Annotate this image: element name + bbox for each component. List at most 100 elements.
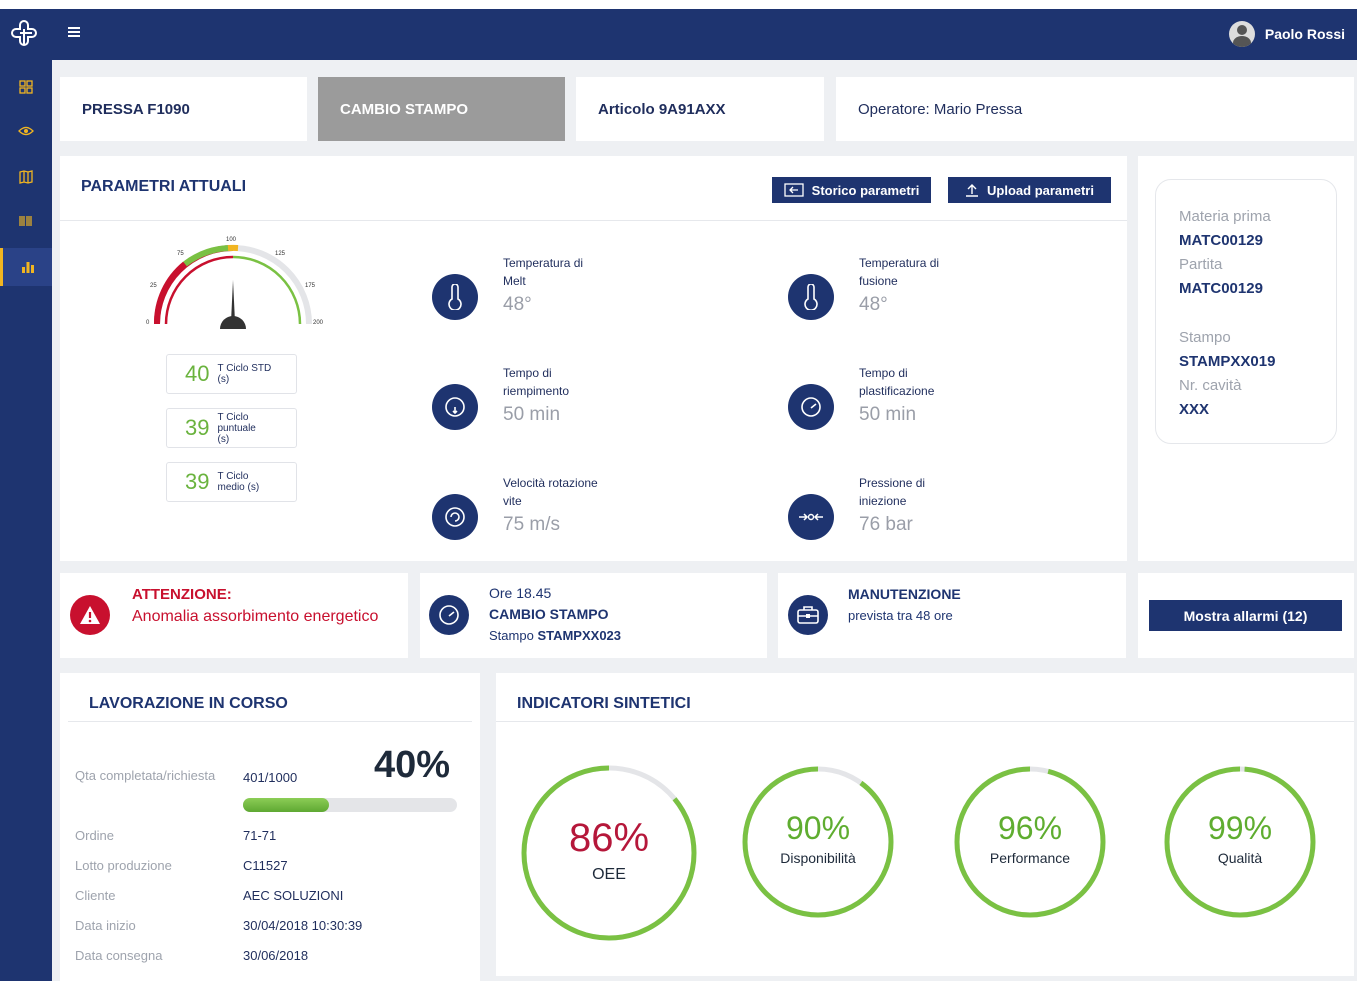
gauge-icon <box>432 384 478 430</box>
row-value: C11527 <box>243 858 288 873</box>
cycle-std-box: 40 T Ciclo STD (s) <box>166 354 297 394</box>
param-value: 50 min <box>859 404 917 425</box>
dashboard-icon <box>19 80 33 94</box>
performance-label: Performance <box>989 850 1071 866</box>
tab-machine[interactable]: PRESSA F1090 <box>60 77 307 141</box>
change-time: Ore 18.45 <box>489 585 552 601</box>
performance-value: 96% <box>997 810 1063 846</box>
work-card: LAVORAZIONE IN CORSO <box>60 673 480 981</box>
top-bar: Paolo Rossi <box>0 0 1357 60</box>
change-title: CAMBIO STAMPO <box>489 606 609 622</box>
param-value: 50 min <box>503 404 561 425</box>
upload-icon <box>966 184 979 197</box>
param-value: 48° <box>503 294 532 315</box>
oee-label: OEE <box>592 866 626 883</box>
gauge-tick: 200 <box>313 320 324 326</box>
material-value: MATC00129 <box>1179 232 1263 249</box>
gauge-tick: 25 <box>150 283 157 289</box>
user-menu[interactable]: Paolo Rossi <box>1228 21 1345 47</box>
logo <box>11 20 37 46</box>
row-value: 30/04/2018 10:30:39 <box>243 918 363 933</box>
cavity-value: XXX <box>1179 401 1210 418</box>
gauge-icon <box>788 384 834 430</box>
toolbox-icon <box>788 595 828 635</box>
cycle-gauge: 0 25 75 100 125 175 200 <box>146 237 324 329</box>
change-mold-line: Stampo STAMPXX023 <box>489 628 621 643</box>
nav-band <box>0 9 1357 60</box>
param-label: Temperatura di Melt <box>503 256 584 288</box>
cycle-punctual-box: 39 T Ciclo puntuale (s) <box>166 408 297 448</box>
param-value: 76 bar <box>859 514 913 535</box>
progress-bar <box>243 798 457 812</box>
tab-label: Operatore: Mario Pressa <box>858 100 1023 118</box>
cycle-avg-box: 39 T Ciclo medio (s) <box>166 462 297 502</box>
row-value: 71-71 <box>243 828 277 843</box>
change-mold-code: STAMPXX023 <box>537 628 622 643</box>
param-label: Temperatura di fusione <box>859 256 940 288</box>
parameters-title: PARAMETRI ATTUALI <box>81 178 247 195</box>
param-fill-time: Tempo di riempimento 50 min <box>432 364 692 444</box>
row-label: Data inizio <box>75 918 136 933</box>
oee-value: 86% <box>568 816 650 860</box>
row-label: Data consegna <box>75 948 163 963</box>
quality-value: 99% <box>1207 810 1273 846</box>
divider <box>60 220 1127 221</box>
history-button-label: Storico parametri <box>811 182 920 198</box>
param-label: Velocità rotazione vite <box>503 476 598 508</box>
cycle-std-value: 40 <box>185 361 210 386</box>
row-label: Cliente <box>75 888 116 903</box>
maintenance-text: prevista tra 48 ore <box>848 608 953 623</box>
batch-value: MATC00129 <box>1179 280 1263 297</box>
mold-value: STAMPXX019 <box>1179 353 1276 370</box>
param-screw-speed: Velocità rotazione vite 75 m/s <box>432 474 692 554</box>
history-icon <box>784 183 804 197</box>
sidebar-item-dashboard[interactable] <box>0 68 52 106</box>
cavity-label: Nr. cavità <box>1179 377 1242 394</box>
history-button[interactable]: Storico parametri <box>772 177 931 203</box>
warning-card: ATTENZIONE: Anomalia assorbimento energe… <box>60 573 408 658</box>
maintenance-card: MANUTENZIONE prevista tra 48 ore <box>778 573 1126 658</box>
thermometer-icon <box>432 274 478 320</box>
gauge-tick: 75 <box>177 251 184 257</box>
row-value: 30/06/2018 <box>243 948 309 963</box>
warning-icon <box>70 595 110 635</box>
availability-value: 90% <box>785 810 851 846</box>
param-injection-pressure: Pressione di iniezione 76 bar <box>788 474 1048 554</box>
tab-label: PRESSA F1090 <box>82 100 190 118</box>
tab-operator[interactable]: Operatore: Mario Pressa <box>836 77 1354 141</box>
mold-change-card: Ore 18.45 CAMBIO STAMPO Stampo STAMPXX02… <box>420 573 767 658</box>
upload-button[interactable]: Upload parametri <box>948 177 1111 203</box>
cycle-punctual-value: 39 <box>185 415 210 440</box>
mold-label: Stampo <box>1179 329 1231 346</box>
row-label: Ordine <box>75 828 115 843</box>
gauge-icon <box>432 494 478 540</box>
eye-icon <box>18 126 34 136</box>
row-label: Lotto produzione <box>75 858 172 873</box>
cycle-punctual-label: T Ciclo puntuale (s) <box>217 411 256 445</box>
menu-icon[interactable] <box>68 27 80 39</box>
gauge-tick: 0 <box>146 320 150 326</box>
bar-chart-icon <box>21 262 34 273</box>
sidebar-item-barcode[interactable] <box>0 202 52 240</box>
row-value: AEC SOLUZIONI <box>243 888 344 903</box>
param-label: Tempo di riempimento <box>503 366 570 398</box>
progress-fill <box>243 798 329 812</box>
availability-label: Disponibilità <box>780 850 856 866</box>
param-fusion-temp: Temperatura di fusione 48° <box>788 254 1048 334</box>
maintenance-title: MANUTENZIONE <box>848 586 961 602</box>
divider <box>68 721 472 722</box>
batch-label: Partita <box>1179 256 1223 273</box>
param-melt-temp: Temperatura di Melt 48° <box>432 254 692 334</box>
tab-mold-change[interactable]: CAMBIO STAMPO <box>318 77 565 141</box>
sidebar-item-stats[interactable] <box>0 248 52 286</box>
sidebar-item-view[interactable] <box>0 112 52 150</box>
gauge-tick: 100 <box>226 237 237 243</box>
sidebar-item-map[interactable] <box>0 158 52 196</box>
cycle-avg-value: 39 <box>185 469 210 494</box>
show-alarms-button[interactable]: Mostra allarmi (12) <box>1149 600 1342 631</box>
map-icon <box>19 170 33 184</box>
cycle-avg-label: T Ciclo medio (s) <box>217 471 260 493</box>
barcode-icon <box>19 216 32 226</box>
tab-label: CAMBIO STAMPO <box>340 100 469 118</box>
tab-article[interactable]: Articolo 9A91AXX <box>576 77 824 141</box>
